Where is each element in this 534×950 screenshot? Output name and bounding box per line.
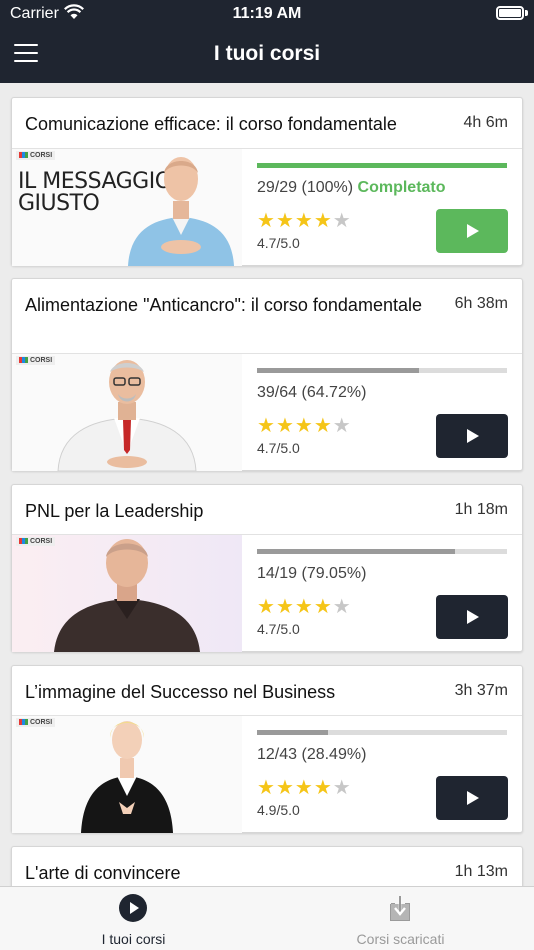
course-title: Alimentazione "Anticancro": il corso fon… <box>25 295 422 315</box>
course-duration: 1h 18m <box>454 501 508 518</box>
course-title: Comunicazione efficace: il corso fondame… <box>25 114 397 134</box>
star-filled-icon: ★ <box>275 777 295 799</box>
star-filled-icon: ★ <box>257 777 276 799</box>
rating-text: 4.7/5.0 <box>257 440 300 456</box>
progress-text: 14/19 (79.05%) <box>257 565 367 582</box>
play-button[interactable] <box>436 595 508 639</box>
star-filled-icon: ★ <box>257 596 276 618</box>
battery-icon <box>496 6 524 20</box>
star-filled-icon: ★ <box>313 777 333 799</box>
course-title: L’immagine del Successo nel Business <box>25 682 336 702</box>
star-rating: ★★★★★ <box>257 416 352 436</box>
rating-text: 4.9/5.0 <box>257 802 300 818</box>
instructor-image <box>54 539 200 652</box>
star-filled-icon: ★ <box>313 415 333 437</box>
rating-text: 4.7/5.0 <box>257 235 300 251</box>
status-bar: Carrier 11:19 AM <box>0 0 534 28</box>
play-circle-icon <box>119 894 147 922</box>
star-filled-icon: ★ <box>275 210 295 232</box>
star-filled-icon: ★ <box>294 777 314 799</box>
progress-fill <box>257 730 329 735</box>
progress-bar <box>257 163 507 168</box>
star-filled-icon: ★ <box>257 415 276 437</box>
corsi-logo: CORSI <box>16 718 56 727</box>
course-thumbnail[interactable]: CORSI <box>12 535 242 652</box>
star-empty-icon: ★ <box>332 415 352 437</box>
tab-bar: I tuoi corsi Corsi scaricati <box>0 886 534 950</box>
completed-label: Completato <box>357 179 446 196</box>
progress-bar <box>257 368 507 373</box>
page-title: I tuoi corsi <box>213 42 321 65</box>
course-duration: 6h 38m <box>454 295 508 312</box>
course-card[interactable]: PNL per la Leadership 1h 18m CORSI 14/19… <box>11 484 523 652</box>
course-duration: 4h 6m <box>463 114 508 131</box>
course-thumbnail[interactable]: CORSI <box>12 716 242 833</box>
star-filled-icon: ★ <box>294 210 314 232</box>
battery-tip <box>525 10 528 16</box>
tab-downloaded-courses[interactable]: Corsi scaricati <box>267 887 534 950</box>
instructor-image <box>57 360 197 471</box>
tab-your-courses[interactable]: I tuoi corsi <box>0 887 267 950</box>
progress-text: 29/29 (100%) Completato <box>257 179 446 196</box>
star-rating: ★★★★★ <box>257 778 352 798</box>
star-rating: ★★★★★ <box>257 211 352 231</box>
star-filled-icon: ★ <box>294 415 314 437</box>
star-filled-icon: ★ <box>313 210 333 232</box>
star-empty-icon: ★ <box>332 210 352 232</box>
star-filled-icon: ★ <box>313 596 333 618</box>
play-button[interactable] <box>436 414 508 458</box>
corsi-logo: CORSI <box>16 537 56 546</box>
course-title: L'arte di convincere <box>25 863 181 883</box>
corsi-logo: CORSI <box>16 356 56 365</box>
play-button[interactable] <box>436 209 508 253</box>
clock: 11:19 AM <box>232 5 302 22</box>
corsi-logo: CORSI <box>16 151 56 160</box>
progress-fill <box>257 368 419 373</box>
course-thumbnail[interactable]: CORSI IL MESSAGGIO GIUSTO <box>12 149 242 266</box>
course-title: PNL per la Leadership <box>25 501 204 521</box>
course-card[interactable]: Alimentazione "Anticancro": il corso fon… <box>11 278 523 471</box>
star-empty-icon: ★ <box>332 596 352 618</box>
star-filled-icon: ★ <box>294 596 314 618</box>
progress-fill <box>257 549 455 554</box>
rating-text: 4.7/5.0 <box>257 621 300 637</box>
star-filled-icon: ★ <box>275 415 295 437</box>
progress-bar <box>257 549 507 554</box>
play-button[interactable] <box>436 776 508 820</box>
course-list[interactable]: Comunicazione efficace: il corso fondame… <box>0 83 534 886</box>
course-card[interactable]: L'arte di convincere 1h 13m <box>11 846 523 886</box>
tab-label: Corsi scaricati <box>356 931 445 947</box>
star-filled-icon: ★ <box>257 210 276 232</box>
course-duration: 1h 13m <box>454 863 508 880</box>
instructor-image <box>81 721 173 833</box>
progress-fill <box>257 163 507 168</box>
star-filled-icon: ★ <box>275 596 295 618</box>
course-card[interactable]: Comunicazione efficace: il corso fondame… <box>11 97 523 266</box>
progress-text: 12/43 (28.49%) <box>257 746 367 763</box>
star-rating: ★★★★★ <box>257 597 352 617</box>
course-thumbnail[interactable]: CORSI <box>12 354 242 471</box>
progress-bar <box>257 730 507 735</box>
star-empty-icon: ★ <box>332 777 352 799</box>
tab-label: I tuoi corsi <box>101 931 166 947</box>
download-icon <box>390 896 410 921</box>
course-card[interactable]: L’immagine del Successo nel Business 3h … <box>11 665 523 833</box>
progress-text: 39/64 (64.72%) <box>257 384 367 401</box>
course-duration: 3h 37m <box>454 682 508 699</box>
instructor-image <box>128 157 234 266</box>
nav-bar: I tuoi corsi <box>0 28 534 83</box>
